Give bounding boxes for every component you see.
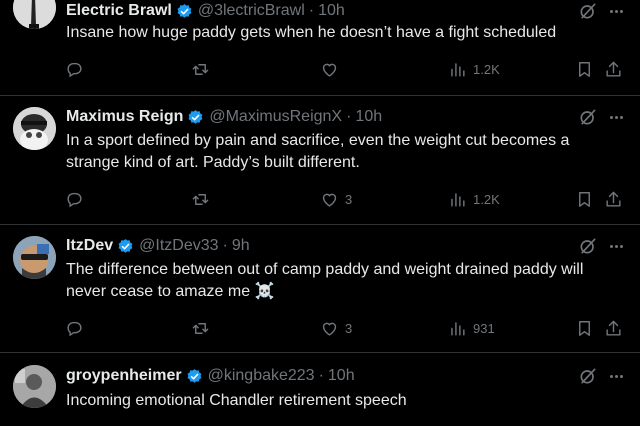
more-icon[interactable] — [606, 107, 626, 127]
views-button[interactable]: 1.2K — [448, 188, 500, 210]
action-bar: 3 931 — [0, 317, 640, 339]
author-handle[interactable]: @MaximusReignX — [209, 108, 342, 126]
like-icon — [322, 322, 337, 336]
share-button[interactable] — [604, 58, 623, 80]
avatar[interactable] — [13, 365, 56, 408]
like-count: 3 — [345, 191, 353, 207]
separator: · — [308, 2, 315, 19]
tweet-1[interactable]: Electric Brawl @3lectricBrawl · 10h Insa… — [0, 0, 640, 95]
avatar-image — [13, 107, 56, 150]
like-button[interactable]: 3 — [320, 188, 352, 210]
retweet-icon — [192, 63, 209, 75]
retweet-icon — [192, 322, 209, 334]
timestamp[interactable]: 9h — [232, 237, 250, 255]
bookmark-button[interactable] — [575, 188, 594, 210]
reply-button[interactable] — [65, 58, 84, 80]
grok-icon[interactable] — [578, 236, 598, 256]
share-button[interactable] — [604, 317, 623, 339]
avatar-image — [13, 0, 56, 29]
avatar[interactable] — [13, 0, 56, 29]
author-name[interactable]: Maximus Reign — [66, 108, 183, 126]
tweet-text: The difference between out of camp paddy… — [66, 261, 584, 300]
retweet-button[interactable] — [191, 317, 210, 339]
verified-badge-icon — [187, 368, 201, 383]
action-bar: 3 1.2K — [0, 188, 640, 210]
views-icon — [451, 321, 465, 336]
share-icon — [606, 191, 621, 207]
tweet-4[interactable]: groypenheimer @kingbake223 · 10h Incomin… — [0, 353, 640, 426]
grok-icon[interactable] — [578, 366, 598, 386]
bookmark-button[interactable] — [575, 317, 594, 339]
bookmark-button[interactable] — [575, 58, 594, 80]
grok-icon[interactable] — [578, 1, 598, 21]
more-icon[interactable] — [606, 1, 626, 21]
bookmark-icon — [579, 320, 590, 336]
views-icon — [451, 62, 465, 77]
reply-icon — [67, 62, 82, 77]
timestamp[interactable]: 10h — [318, 2, 345, 20]
share-icon — [606, 320, 621, 336]
views-button[interactable]: 1.2K — [448, 58, 500, 80]
like-button[interactable] — [320, 58, 339, 80]
timestamp[interactable]: 10h — [355, 108, 382, 126]
tweet-text: Insane how huge paddy gets when he doesn… — [66, 24, 557, 41]
reply-icon — [67, 192, 82, 207]
bookmark-icon — [579, 191, 590, 207]
like-icon — [322, 193, 337, 207]
reply-button[interactable] — [65, 188, 84, 210]
views-count: 1.2K — [473, 61, 500, 77]
author-handle[interactable]: @3lectricBrawl — [198, 2, 305, 20]
like-count: 3 — [345, 320, 353, 336]
author-name[interactable]: ItzDev — [66, 237, 113, 255]
avatar-image — [13, 365, 56, 408]
more-icon[interactable] — [606, 236, 626, 256]
grok-icon[interactable] — [578, 107, 598, 127]
action-bar: 1.2K — [0, 58, 640, 80]
like-button[interactable]: 3 — [320, 317, 352, 339]
separator: · — [318, 367, 324, 384]
verified-badge-icon — [177, 3, 192, 18]
tweet-3[interactable]: ItzDev @ItzDev33 · 9h The difference bet… — [0, 225, 640, 352]
retweet-icon — [192, 193, 209, 205]
tweet-text: Incoming emotional Chandler retirement s… — [66, 392, 407, 409]
tweet-text: In a sport defined by pain and sacrifice… — [66, 132, 570, 171]
verified-badge-icon — [188, 109, 203, 124]
more-icon[interactable] — [606, 366, 626, 386]
retweet-button[interactable] — [191, 188, 210, 210]
separator: · — [346, 108, 352, 125]
author-handle[interactable]: @ItzDev33 — [139, 237, 218, 255]
retweet-button[interactable] — [191, 58, 210, 80]
views-button[interactable]: 931 — [448, 317, 495, 339]
reply-icon — [67, 321, 82, 336]
author-name[interactable]: groypenheimer — [66, 367, 182, 385]
separator: · — [222, 237, 228, 254]
author-name[interactable]: Electric Brawl — [66, 2, 172, 20]
bookmark-icon — [579, 61, 590, 77]
avatar[interactable] — [13, 236, 56, 279]
verified-badge-icon — [118, 238, 133, 253]
tweet-2[interactable]: Maximus Reign @MaximusReignX · 10h In a … — [0, 96, 640, 224]
avatar-image — [13, 236, 56, 279]
views-count: 931 — [473, 320, 495, 336]
timestamp[interactable]: 10h — [328, 367, 355, 385]
views-count: 1.2K — [473, 191, 500, 207]
like-icon — [322, 63, 337, 77]
share-button[interactable] — [604, 188, 623, 210]
views-icon — [451, 192, 465, 207]
share-icon — [606, 61, 621, 77]
avatar[interactable] — [13, 107, 56, 150]
reply-button[interactable] — [65, 317, 84, 339]
author-handle[interactable]: @kingbake223 — [208, 367, 315, 385]
